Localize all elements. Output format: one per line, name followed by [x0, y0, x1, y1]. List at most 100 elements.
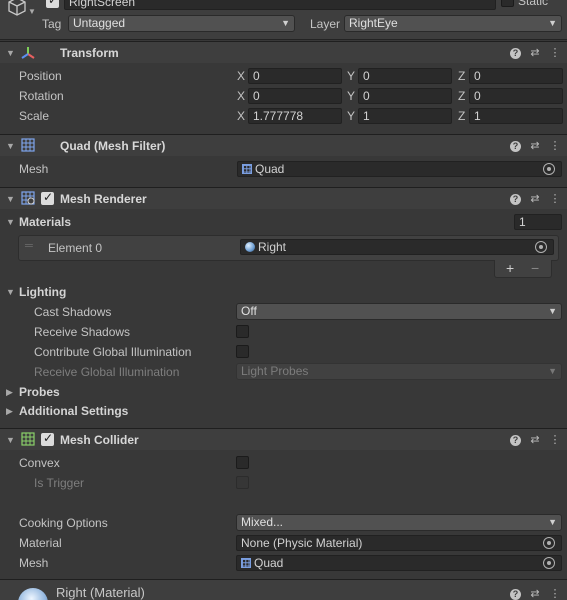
chevron-down-icon: ▼ [548, 517, 557, 527]
chevron-down-icon: ▼ [548, 366, 557, 376]
transform-header[interactable]: ▼ Transform ? ⇄ ⋮ [0, 41, 567, 63]
materials-label: Materials [19, 215, 72, 229]
is-trigger-checkbox [236, 476, 249, 489]
presets-icon[interactable]: ⇄ [529, 192, 541, 206]
material-footer-header[interactable]: Right (Material) ? ⇄ ⋮ [0, 579, 567, 600]
object-picker-icon[interactable] [535, 241, 547, 253]
help-icon[interactable]: ? [510, 588, 521, 600]
presets-icon[interactable]: ⇄ [529, 46, 541, 60]
materials-count-field[interactable]: 1 [514, 214, 562, 230]
material-preview-icon [18, 588, 48, 600]
help-icon[interactable]: ? [510, 140, 521, 152]
layer-dropdown[interactable]: RightEye ▼ [344, 15, 562, 32]
mesh-grid-icon [241, 558, 251, 568]
materials-foldout-arrow-icon[interactable]: ▼ [6, 214, 15, 230]
gameobject-icon-dropdown-arrow[interactable]: ▼ [28, 7, 36, 16]
mesh-collider-enabled-checkbox[interactable] [41, 431, 54, 446]
axis-x-label: X [237, 109, 246, 123]
help-icon[interactable]: ? [510, 193, 521, 205]
context-menu-icon[interactable]: ⋮ [549, 139, 561, 153]
component-header-icons: ? ⇄ ⋮ [510, 45, 561, 61]
layer-value: RightEye [349, 16, 398, 30]
remove-element-button[interactable]: − [531, 260, 539, 276]
transform-title: Transform [60, 46, 119, 60]
context-menu-icon[interactable]: ⋮ [549, 587, 561, 600]
collider-mesh-value: Quad [254, 556, 284, 570]
convex-checkbox[interactable] [236, 456, 249, 469]
collider-mesh-object-field[interactable]: Quad [236, 555, 562, 571]
gameobject-name-field[interactable]: RightScreen [64, 0, 496, 10]
position-label: Position [19, 69, 62, 83]
position-x-field[interactable]: 0 [248, 68, 342, 84]
axis-y-label: Y [347, 89, 356, 103]
tag-dropdown[interactable]: Untagged ▼ [68, 15, 295, 32]
help-icon[interactable]: ? [510, 47, 521, 59]
physic-material-field[interactable]: None (Physic Material) [236, 535, 562, 551]
object-picker-icon[interactable] [543, 537, 555, 549]
list-footer: + − [494, 260, 552, 278]
position-z-field[interactable]: 0 [469, 68, 563, 84]
mesh-collider-header[interactable]: ▼ Mesh Collider ? ⇄ ⋮ [0, 428, 567, 450]
axis-x-label: X [237, 89, 246, 103]
presets-icon[interactable]: ⇄ [529, 587, 541, 600]
foldout-arrow-icon[interactable]: ▼ [6, 191, 15, 207]
cast-shadows-dropdown[interactable]: Off ▼ [236, 303, 562, 320]
scale-y-field[interactable]: 1 [358, 108, 452, 124]
foldout-arrow-icon[interactable]: ▼ [6, 45, 15, 61]
rotation-label: Rotation [19, 89, 64, 103]
rotation-y-field[interactable]: 0 [358, 88, 452, 104]
object-picker-icon[interactable] [543, 163, 555, 175]
foldout-arrow-icon[interactable]: ▼ [6, 432, 15, 448]
axis-z-label: Z [458, 109, 466, 123]
cast-shadows-label: Cast Shadows [34, 305, 112, 319]
receive-gi-value: Light Probes [241, 364, 309, 378]
rotation-z-field[interactable]: 0 [469, 88, 563, 104]
receive-gi-label: Receive Global Illumination [34, 365, 180, 379]
contribute-gi-label: Contribute Global Illumination [34, 345, 192, 359]
mesh-object-field[interactable]: Quad [237, 161, 562, 177]
cast-shadows-value: Off [241, 304, 257, 318]
object-picker-icon[interactable] [543, 557, 555, 569]
component-header-icons: ? ⇄ ⋮ [510, 432, 561, 448]
presets-icon[interactable]: ⇄ [529, 139, 541, 153]
tag-label: Tag [42, 17, 62, 31]
probes-foldout-arrow-icon[interactable]: ▶ [6, 384, 13, 400]
cooking-options-label: Cooking Options [19, 516, 108, 530]
foldout-arrow-icon[interactable]: ▼ [6, 138, 15, 154]
lighting-foldout-arrow-icon[interactable]: ▼ [6, 284, 15, 300]
scale-z-field[interactable]: 1 [469, 108, 563, 124]
help-icon[interactable]: ? [510, 434, 521, 446]
mesh-collider-grid-icon [21, 432, 35, 446]
context-menu-icon[interactable]: ⋮ [549, 192, 561, 206]
presets-icon[interactable]: ⇄ [529, 433, 541, 447]
position-y-field[interactable]: 0 [358, 68, 452, 84]
drag-handle-icon[interactable]: ═ [25, 240, 33, 252]
lighting-label: Lighting [19, 285, 67, 299]
rotation-x-field[interactable]: 0 [248, 88, 342, 104]
element0-object-field[interactable]: Right [240, 239, 554, 255]
material-footer-title: Right (Material) [56, 585, 145, 600]
contribute-gi-checkbox[interactable] [236, 345, 249, 358]
component-header-icons: ? ⇄ ⋮ [510, 138, 561, 154]
static-checkbox[interactable] [501, 0, 514, 7]
probes-label[interactable]: Probes [19, 384, 60, 400]
active-checkbox[interactable] [46, 0, 59, 8]
context-menu-icon[interactable]: ⋮ [549, 46, 561, 60]
additional-foldout-arrow-icon[interactable]: ▶ [6, 403, 13, 419]
element0-label: Element 0 [48, 241, 103, 255]
cooking-options-dropdown[interactable]: Mixed... ▼ [236, 514, 562, 531]
receive-shadows-checkbox[interactable] [236, 325, 249, 338]
add-element-button[interactable]: + [506, 260, 514, 276]
chevron-down-icon: ▼ [548, 306, 557, 316]
axis-y-label: Y [347, 109, 356, 123]
gameobject-header: ▼ RightScreen Static Tag Untagged ▼ Laye… [0, 0, 567, 40]
mesh-collider-title: Mesh Collider [60, 433, 139, 447]
additional-settings-label[interactable]: Additional Settings [19, 403, 128, 419]
convex-label: Convex [19, 456, 60, 470]
scale-x-field[interactable]: 1.777778 [248, 108, 342, 124]
mesh-renderer-enabled-checkbox[interactable] [41, 190, 54, 205]
chevron-down-icon: ▼ [548, 18, 557, 28]
context-menu-icon[interactable]: ⋮ [549, 433, 561, 447]
mesh-renderer-header[interactable]: ▼ Mesh Renderer ? ⇄ ⋮ [0, 187, 567, 209]
mesh-filter-header[interactable]: ▼ Quad (Mesh Filter) ? ⇄ ⋮ [0, 134, 567, 156]
